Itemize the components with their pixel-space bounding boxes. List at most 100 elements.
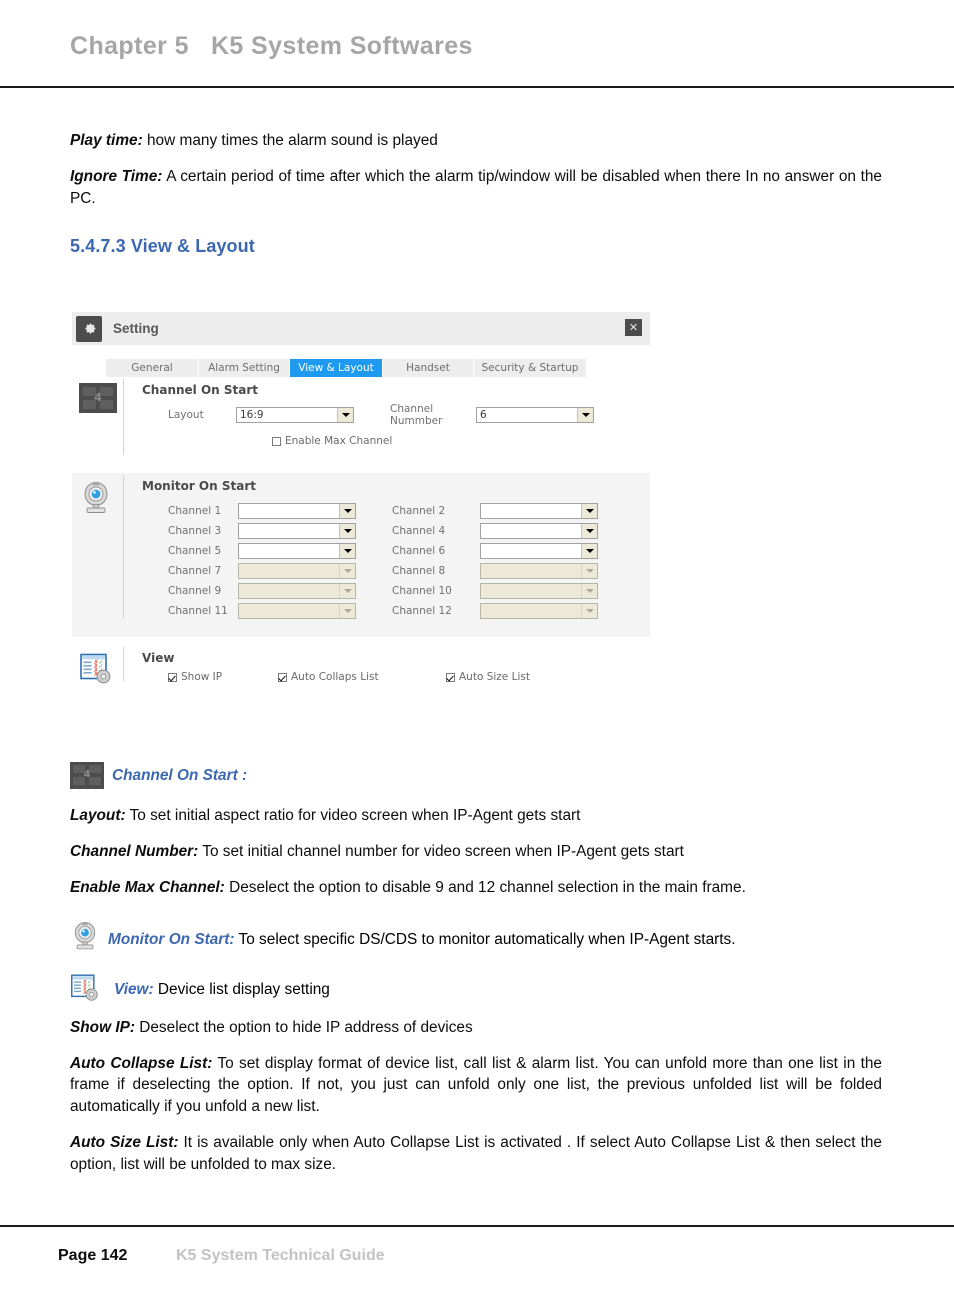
monitor-channel-select[interactable] bbox=[480, 543, 598, 559]
document-body: Play time: how many times the alarm soun… bbox=[70, 130, 882, 257]
monitor-channel-select-value bbox=[239, 584, 339, 598]
paragraph-channel-number: Channel Number: To set initial channel n… bbox=[70, 841, 882, 863]
paragraph-layout: Layout: To set initial aspect ratio for … bbox=[70, 805, 882, 827]
enable-max-channel-label: Enable Max Channel bbox=[285, 435, 393, 447]
layout-label: Layout bbox=[168, 409, 204, 421]
monitor-channel-label: Channel 11 bbox=[168, 605, 228, 617]
footer-guide-title: K5 System Technical Guide bbox=[176, 1247, 385, 1264]
view-group: ✗ ✓ ✗ ✓ ✗ ✓ ✗ ✓ View Sh bbox=[72, 645, 650, 685]
channel-on-start-body: Channel On Start Layout 16:9 Channel Num… bbox=[132, 377, 650, 459]
monitor-channel-select-value bbox=[239, 564, 339, 578]
note-view-text: Device list display setting bbox=[153, 980, 330, 998]
show-ip-checkbox[interactable]: Show IP bbox=[168, 671, 278, 683]
dialog-content: General Alarm Setting View & Layout Hand… bbox=[72, 359, 650, 685]
monitor-channel-label: Channel 3 bbox=[168, 525, 222, 537]
view-icon-column: ✗ ✓ ✗ ✓ ✗ ✓ ✗ ✓ bbox=[72, 645, 132, 685]
paragraph-show-ip: Show IP: Deselect the option to hide IP … bbox=[70, 1017, 882, 1039]
monitor-channel-label: Channel 4 bbox=[392, 525, 446, 537]
channel-on-start-icon-column: 4 bbox=[72, 377, 132, 459]
monitor-channel-row: Channel 7 Channel 8 bbox=[132, 563, 650, 579]
monitor-channel-label: Channel 12 bbox=[392, 605, 452, 617]
chevron-down-icon bbox=[339, 504, 355, 518]
chevron-down-icon bbox=[581, 504, 597, 518]
page-footer: Page 142 K5 System Technical Guide bbox=[0, 1225, 954, 1295]
channel-number-field: Channel Nummber 6 bbox=[380, 403, 594, 427]
monitor-channel-select[interactable] bbox=[480, 503, 598, 519]
monitor-channel-select-value bbox=[481, 544, 581, 558]
enable-max-channel-row: Enable Max Channel bbox=[272, 435, 650, 447]
monitor-channel-label: Channel 1 bbox=[168, 505, 222, 517]
tab-handset[interactable]: Handset bbox=[383, 359, 474, 377]
webcam-icon bbox=[84, 482, 108, 513]
layout-select-value: 16:9 bbox=[240, 409, 264, 421]
monitor-channel-label: Channel 9 bbox=[168, 585, 222, 597]
setting-dialog: Setting ✕ General Alarm Setting View & L… bbox=[72, 312, 650, 685]
grid-4-layout-icon: 4 bbox=[79, 383, 117, 413]
checkbox-box bbox=[168, 672, 177, 682]
monitor-channel-row: Channel 1 Channel 2 bbox=[132, 503, 650, 519]
channel-number-note-text: To set initial channel number for video … bbox=[198, 842, 684, 860]
monitor-channel-select bbox=[238, 583, 356, 599]
dialog-title: Setting bbox=[113, 321, 159, 336]
note-monitor-on-start-text: To select specific DS/CDS to monitor aut… bbox=[234, 930, 736, 948]
ignore-time-label: Ignore Time: bbox=[70, 167, 163, 185]
auto-collapse-list-checkbox[interactable]: Auto Collaps List bbox=[278, 671, 446, 683]
monitor-channel-label: Channel 2 bbox=[392, 505, 446, 517]
chevron-down-icon bbox=[581, 584, 597, 598]
grid-4-layout-icon-badge: 4 bbox=[83, 769, 91, 780]
monitor-channel-select bbox=[480, 563, 598, 579]
tab-view-and-layout[interactable]: View & Layout bbox=[290, 359, 383, 377]
channel-number-select[interactable]: 6 bbox=[476, 407, 594, 423]
layout-note-label: Layout: bbox=[70, 807, 126, 824]
enable-max-channel-checkbox[interactable]: Enable Max Channel bbox=[272, 435, 650, 447]
chevron-down-icon bbox=[339, 604, 355, 618]
monitor-on-start-group: Monitor On Start Channel 1 Channel 2 Chann… bbox=[72, 473, 650, 637]
auto-collapse-list-label: Auto Collaps List bbox=[291, 671, 379, 683]
group-divider bbox=[123, 379, 124, 455]
view-label: View bbox=[142, 651, 175, 665]
close-icon[interactable]: ✕ bbox=[625, 319, 642, 336]
paragraph-ignore-time: Ignore Time: A certain period of time af… bbox=[70, 166, 882, 210]
paragraph-play-time: Play time: how many times the alarm soun… bbox=[70, 130, 882, 152]
note-channel-on-start: 4 Channel On Start : bbox=[70, 762, 882, 789]
auto-size-note-label: Auto Size List: bbox=[70, 1134, 179, 1152]
layout-and-channel-number-row: Layout 16:9 Channel Nummber 6 bbox=[132, 403, 650, 427]
dialog-titlebar: Setting ✕ bbox=[72, 312, 650, 345]
note-view: ✗ ✓ ✗ ✓ ✗ ✓ ✗ ✓ View: Device list displa… bbox=[70, 973, 882, 1003]
note-monitor-on-start-title: Monitor On Start: bbox=[108, 930, 235, 948]
show-ip-note-label: Show IP: bbox=[70, 1018, 135, 1036]
monitor-channel-select[interactable] bbox=[480, 523, 598, 539]
checkbox-box bbox=[446, 672, 455, 682]
layout-select[interactable]: 16:9 bbox=[236, 407, 354, 423]
monitor-channel-row: Channel 3 Channel 4 bbox=[132, 523, 650, 539]
play-time-label: Play time: bbox=[70, 132, 143, 149]
monitor-channel-label: Channel 7 bbox=[168, 565, 222, 577]
play-time-text: how many times the alarm sound is played bbox=[142, 132, 438, 149]
note-channel-on-start-title: Channel On Start : bbox=[112, 767, 248, 785]
chevron-down-icon bbox=[581, 524, 597, 538]
monitor-channel-select[interactable] bbox=[238, 503, 356, 519]
checkbox-box bbox=[278, 672, 287, 682]
paragraph-auto-size: Auto Size List: It is available only whe… bbox=[70, 1132, 882, 1176]
auto-size-note-text: It is available only when Auto Collapse … bbox=[70, 1134, 882, 1173]
tab-alarm-setting[interactable]: Alarm Setting bbox=[199, 359, 290, 377]
paragraph-auto-collapse: Auto Collapse List: To set display forma… bbox=[70, 1053, 882, 1119]
chevron-down-icon bbox=[581, 544, 597, 558]
monitor-channel-select[interactable] bbox=[238, 523, 356, 539]
tab-general[interactable]: General bbox=[106, 359, 199, 377]
note-monitor-on-start: Monitor On Start: To select specific DS/… bbox=[70, 921, 882, 953]
channel-on-start-label: Channel On Start bbox=[142, 383, 259, 397]
layout-note-text: To set initial aspect ratio for video sc… bbox=[125, 807, 581, 824]
tab-security-and-startup[interactable]: Security & Startup bbox=[474, 359, 586, 377]
monitor-channel-select[interactable] bbox=[238, 543, 356, 559]
monitor-channel-select bbox=[238, 563, 356, 579]
auto-size-list-checkbox[interactable]: Auto Size List bbox=[446, 671, 530, 683]
monitor-channel-label: Channel 8 bbox=[392, 565, 446, 577]
monitor-channel-row: Channel 11 Channel 12 bbox=[132, 603, 650, 619]
monitor-channel-label: Channel 5 bbox=[168, 545, 222, 557]
monitor-channel-grid: Channel 1 Channel 2 Channel 3 Channel 4 Chan… bbox=[132, 503, 650, 619]
chevron-down-icon bbox=[577, 408, 593, 422]
monitor-channel-select-value bbox=[239, 504, 339, 518]
paragraph-enable-max-channel: Enable Max Channel: Deselect the option … bbox=[70, 877, 882, 899]
monitor-channel-select-value bbox=[239, 604, 339, 618]
